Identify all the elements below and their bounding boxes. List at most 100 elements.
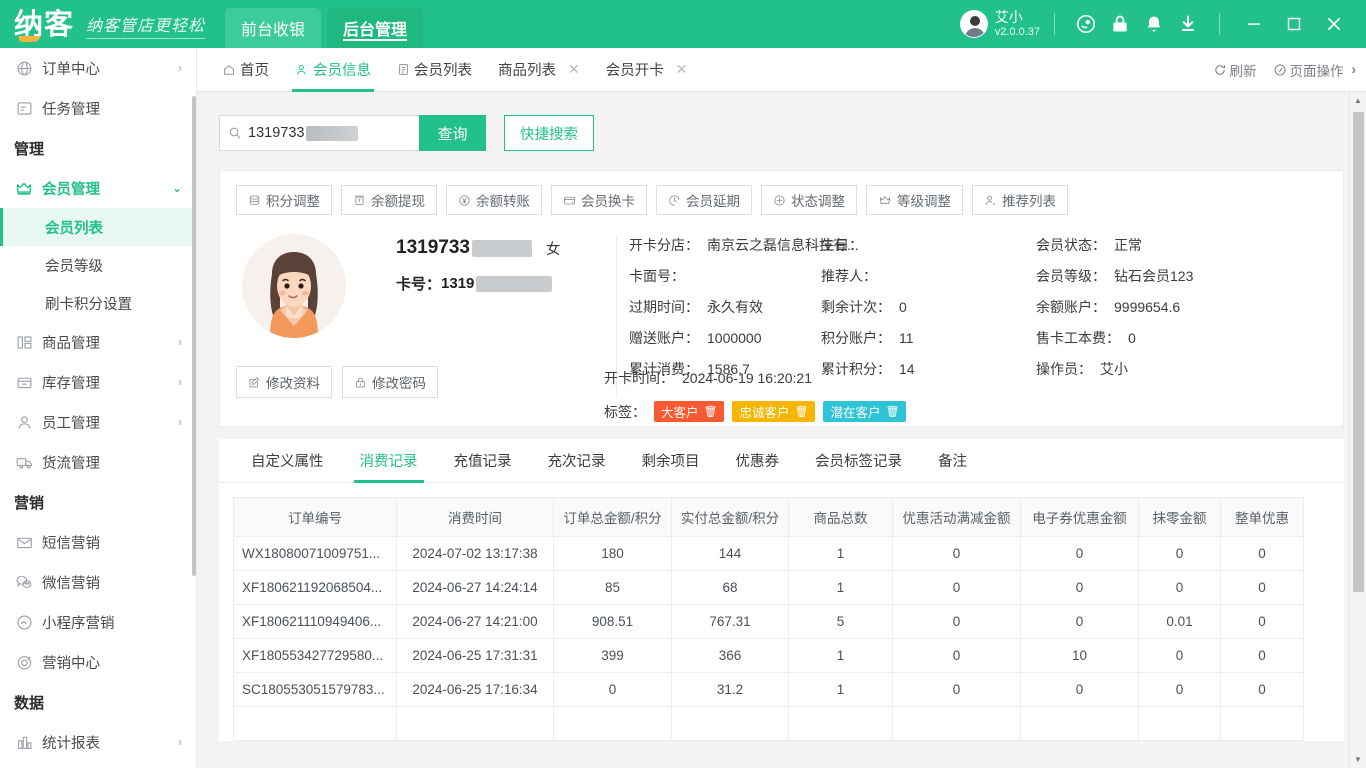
top-bar: 纳客 纳客管店更轻松 前台收银 后台管理 艾小 v2.0.0.37: [0, 0, 1366, 48]
minimize-button[interactable]: [1234, 7, 1274, 41]
sidebar-item-label: 小程序营销: [42, 612, 115, 633]
tab-member-info[interactable]: 会员信息: [282, 48, 384, 92]
list-icon: [397, 63, 410, 76]
sidebar-item-member-list[interactable]: 会员列表: [0, 208, 196, 246]
mode-tab-backoffice[interactable]: 后台管理: [327, 8, 423, 48]
sidebar-item-card-points-setting[interactable]: 刷卡积分设置: [0, 284, 196, 322]
col-evoucher-discount[interactable]: 电子券优惠金额: [1021, 498, 1139, 537]
table-row[interactable]: XF180553427729580... 2024-06-25 17:31:31…: [234, 639, 1304, 673]
sidebar-item-miniprogram-marketing[interactable]: 小程序营销: [0, 602, 196, 642]
main-scrollbar[interactable]: ▲ ▼: [1349, 92, 1366, 768]
sidebar-item-statistics-report[interactable]: 统计报表 ›: [0, 722, 196, 762]
subtab-custom-attributes[interactable]: 自定义属性: [233, 439, 342, 483]
maximize-button[interactable]: [1274, 7, 1314, 41]
action-level-adjust[interactable]: 等级调整: [866, 185, 963, 215]
trash-icon[interactable]: 🗑: [704, 405, 718, 418]
col-whole-order-discount[interactable]: 整单优惠: [1221, 498, 1304, 537]
table-row[interactable]: XF180621192068504... 2024-06-27 14:24:14…: [234, 571, 1304, 605]
table-row[interactable]: XF180621110949406... 2024-06-27 14:21:00…: [234, 605, 1304, 639]
field-value: 14: [899, 361, 915, 378]
action-referral-list[interactable]: 推荐列表: [972, 185, 1068, 215]
scrollbar-thumb[interactable]: [1353, 112, 1364, 592]
tab-member-open-card[interactable]: 会员开卡 ✕: [593, 48, 701, 92]
tag-big-customer[interactable]: 大客户 🗑: [654, 401, 724, 422]
sidebar-item-staff-management[interactable]: 员工管理 ›: [0, 402, 196, 442]
action-points-adjust[interactable]: 积分调整: [236, 185, 332, 215]
divider: [1054, 13, 1055, 35]
sidebar-item-marketing-center[interactable]: 营销中心: [0, 642, 196, 682]
profile-identity: 1319733 女 卡号： 1319: [396, 229, 616, 398]
chevron-right-icon: ›: [178, 335, 182, 349]
col-order-no[interactable]: 订单编号: [234, 498, 397, 537]
mode-tab-frontdesk[interactable]: 前台收银: [225, 8, 321, 48]
subtab-coupons[interactable]: 优惠券: [718, 439, 798, 483]
page-operations-button[interactable]: 页面操作 ›: [1273, 60, 1357, 80]
action-member-extend[interactable]: 会员延期: [656, 185, 752, 215]
sidebar-item-member-management[interactable]: 会员管理 ⌄: [0, 168, 196, 208]
subtab-count-recharge-records[interactable]: 充次记录: [530, 439, 624, 483]
trash-icon[interactable]: 🗑: [795, 405, 809, 418]
quick-search-button[interactable]: 快捷搜索: [504, 115, 594, 151]
query-button[interactable]: 查询: [419, 115, 486, 151]
subtab-consumption-records[interactable]: 消费记录: [342, 439, 436, 483]
sidebar-item-wechat-marketing[interactable]: 微信营销: [0, 562, 196, 602]
lock-icon[interactable]: [1103, 7, 1137, 41]
refresh-button[interactable]: 刷新: [1213, 60, 1257, 80]
col-goods-count[interactable]: 商品总数: [789, 498, 893, 537]
sidebar-item-task-management[interactable]: 任务管理: [0, 88, 196, 128]
action-card-replace[interactable]: 会员换卡: [551, 185, 647, 215]
close-icon[interactable]: ✕: [676, 61, 688, 78]
search-input[interactable]: 1319733: [219, 115, 419, 151]
field-value: 2024-06-19 16:20:21: [682, 370, 812, 387]
sidebar-item-goods-management[interactable]: 商品管理 ›: [0, 322, 196, 362]
close-icon[interactable]: ✕: [568, 61, 580, 78]
bell-icon[interactable]: [1137, 7, 1171, 41]
scroll-up-arrow[interactable]: ▲: [1350, 92, 1366, 109]
subtab-recharge-records[interactable]: 充值记录: [436, 439, 530, 483]
field-label: 推荐人：: [821, 268, 877, 285]
tab-goods-list[interactable]: 商品列表 ✕: [485, 48, 593, 92]
col-round-off[interactable]: 抹零金额: [1139, 498, 1221, 537]
download-icon[interactable]: [1171, 7, 1205, 41]
subtab-remaining-items[interactable]: 剩余项目: [624, 439, 718, 483]
field-label: 操作员：: [1036, 361, 1092, 378]
table-row[interactable]: [234, 707, 1304, 741]
tab-home[interactable]: 首页: [209, 48, 282, 92]
cell-round-off: 0: [1139, 639, 1221, 673]
col-paid-total[interactable]: 实付总金额/积分: [672, 498, 789, 537]
trash-icon[interactable]: 🗑: [885, 405, 899, 418]
tag-loyal-customer[interactable]: 忠诚客户 🗑: [732, 401, 815, 422]
action-status-adjust[interactable]: 状态调整: [761, 185, 857, 215]
action-balance-transfer[interactable]: 余额转账: [446, 185, 542, 215]
cell-promo-discount: 0: [893, 605, 1021, 639]
scroll-down-arrow[interactable]: ▼: [1350, 751, 1366, 768]
close-button[interactable]: [1314, 7, 1354, 41]
sidebar-item-sms-marketing[interactable]: 短信营销: [0, 522, 196, 562]
sidebar-item-order-center[interactable]: 订单中心 ›: [0, 48, 196, 88]
sidebar-item-member-level[interactable]: 会员等级: [0, 246, 196, 284]
sidebar-item-inventory-management[interactable]: 库存管理 ›: [0, 362, 196, 402]
subtab-remarks[interactable]: 备注: [920, 439, 985, 483]
cell-goods-count: 1: [789, 571, 893, 605]
target-icon: [14, 652, 34, 672]
field-open-branch: 开卡分店：南京云之磊信息科技有...: [629, 237, 811, 254]
tab-member-list[interactable]: 会员列表: [384, 48, 485, 92]
field-label: 卡面号：: [629, 268, 685, 285]
col-order-total[interactable]: 订单总金额/积分: [554, 498, 672, 537]
subtab-member-tag-records[interactable]: 会员标签记录: [797, 439, 920, 483]
sidebar-scrollbar[interactable]: [192, 96, 196, 576]
sidebar-item-logistics-management[interactable]: 货流管理: [0, 442, 196, 482]
col-consume-time[interactable]: 消费时间: [397, 498, 554, 537]
cell-evoucher-discount: [1021, 707, 1139, 741]
user-chip[interactable]: 艾小 v2.0.0.37: [960, 10, 1040, 38]
edit-profile-button[interactable]: 修改资料: [236, 366, 332, 398]
table-row[interactable]: WX18080071009751... 2024-07-02 13:17:38 …: [234, 537, 1304, 571]
headset-icon[interactable]: [1069, 7, 1103, 41]
col-promo-discount[interactable]: 优惠活动满减金额: [893, 498, 1021, 537]
top-bar-right: 艾小 v2.0.0.37: [960, 7, 1366, 41]
action-balance-withdraw[interactable]: 余额提现: [341, 185, 437, 215]
tag-potential-customer[interactable]: 潜在客户 🗑: [823, 401, 906, 422]
chevron-right-icon[interactable]: ›: [1352, 62, 1357, 77]
table-row[interactable]: SC180553051579783... 2024-06-25 17:16:34…: [234, 673, 1304, 707]
cell-round-off: 0: [1139, 673, 1221, 707]
